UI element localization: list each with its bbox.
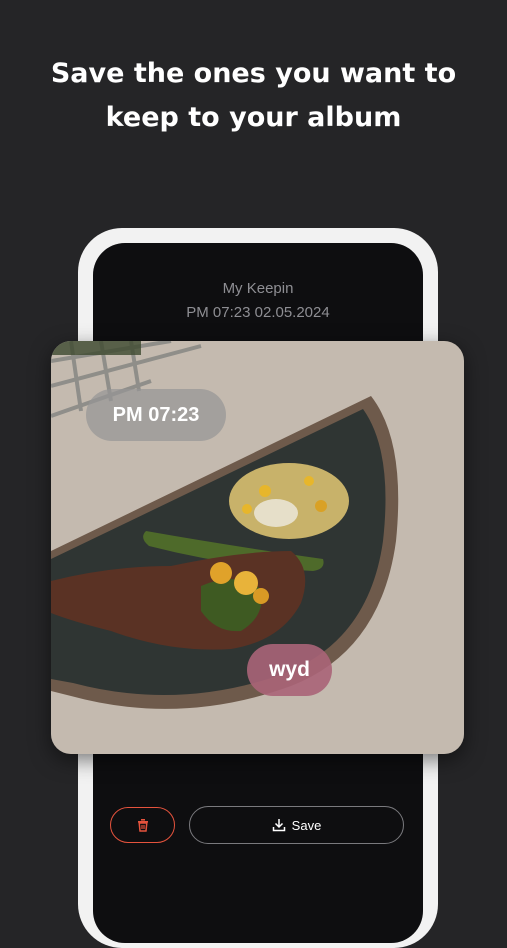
app-title: My Keepin	[222, 280, 294, 297]
download-icon	[272, 819, 285, 832]
headline: Save the ones you want to keep to your a…	[0, 52, 507, 140]
headline-line-2: keep to your album	[105, 102, 402, 133]
headline-line-1: Save the ones you want to	[50, 58, 457, 89]
save-button[interactable]: Save	[189, 806, 404, 844]
delete-button[interactable]	[110, 807, 175, 843]
caption-badge: wyd	[247, 644, 332, 696]
time-badge: PM 07:23	[86, 389, 226, 441]
save-label: Save	[291, 817, 322, 833]
photo-timestamp: PM 07:23 02.05.2024	[186, 304, 330, 321]
trash-icon	[137, 819, 148, 832]
